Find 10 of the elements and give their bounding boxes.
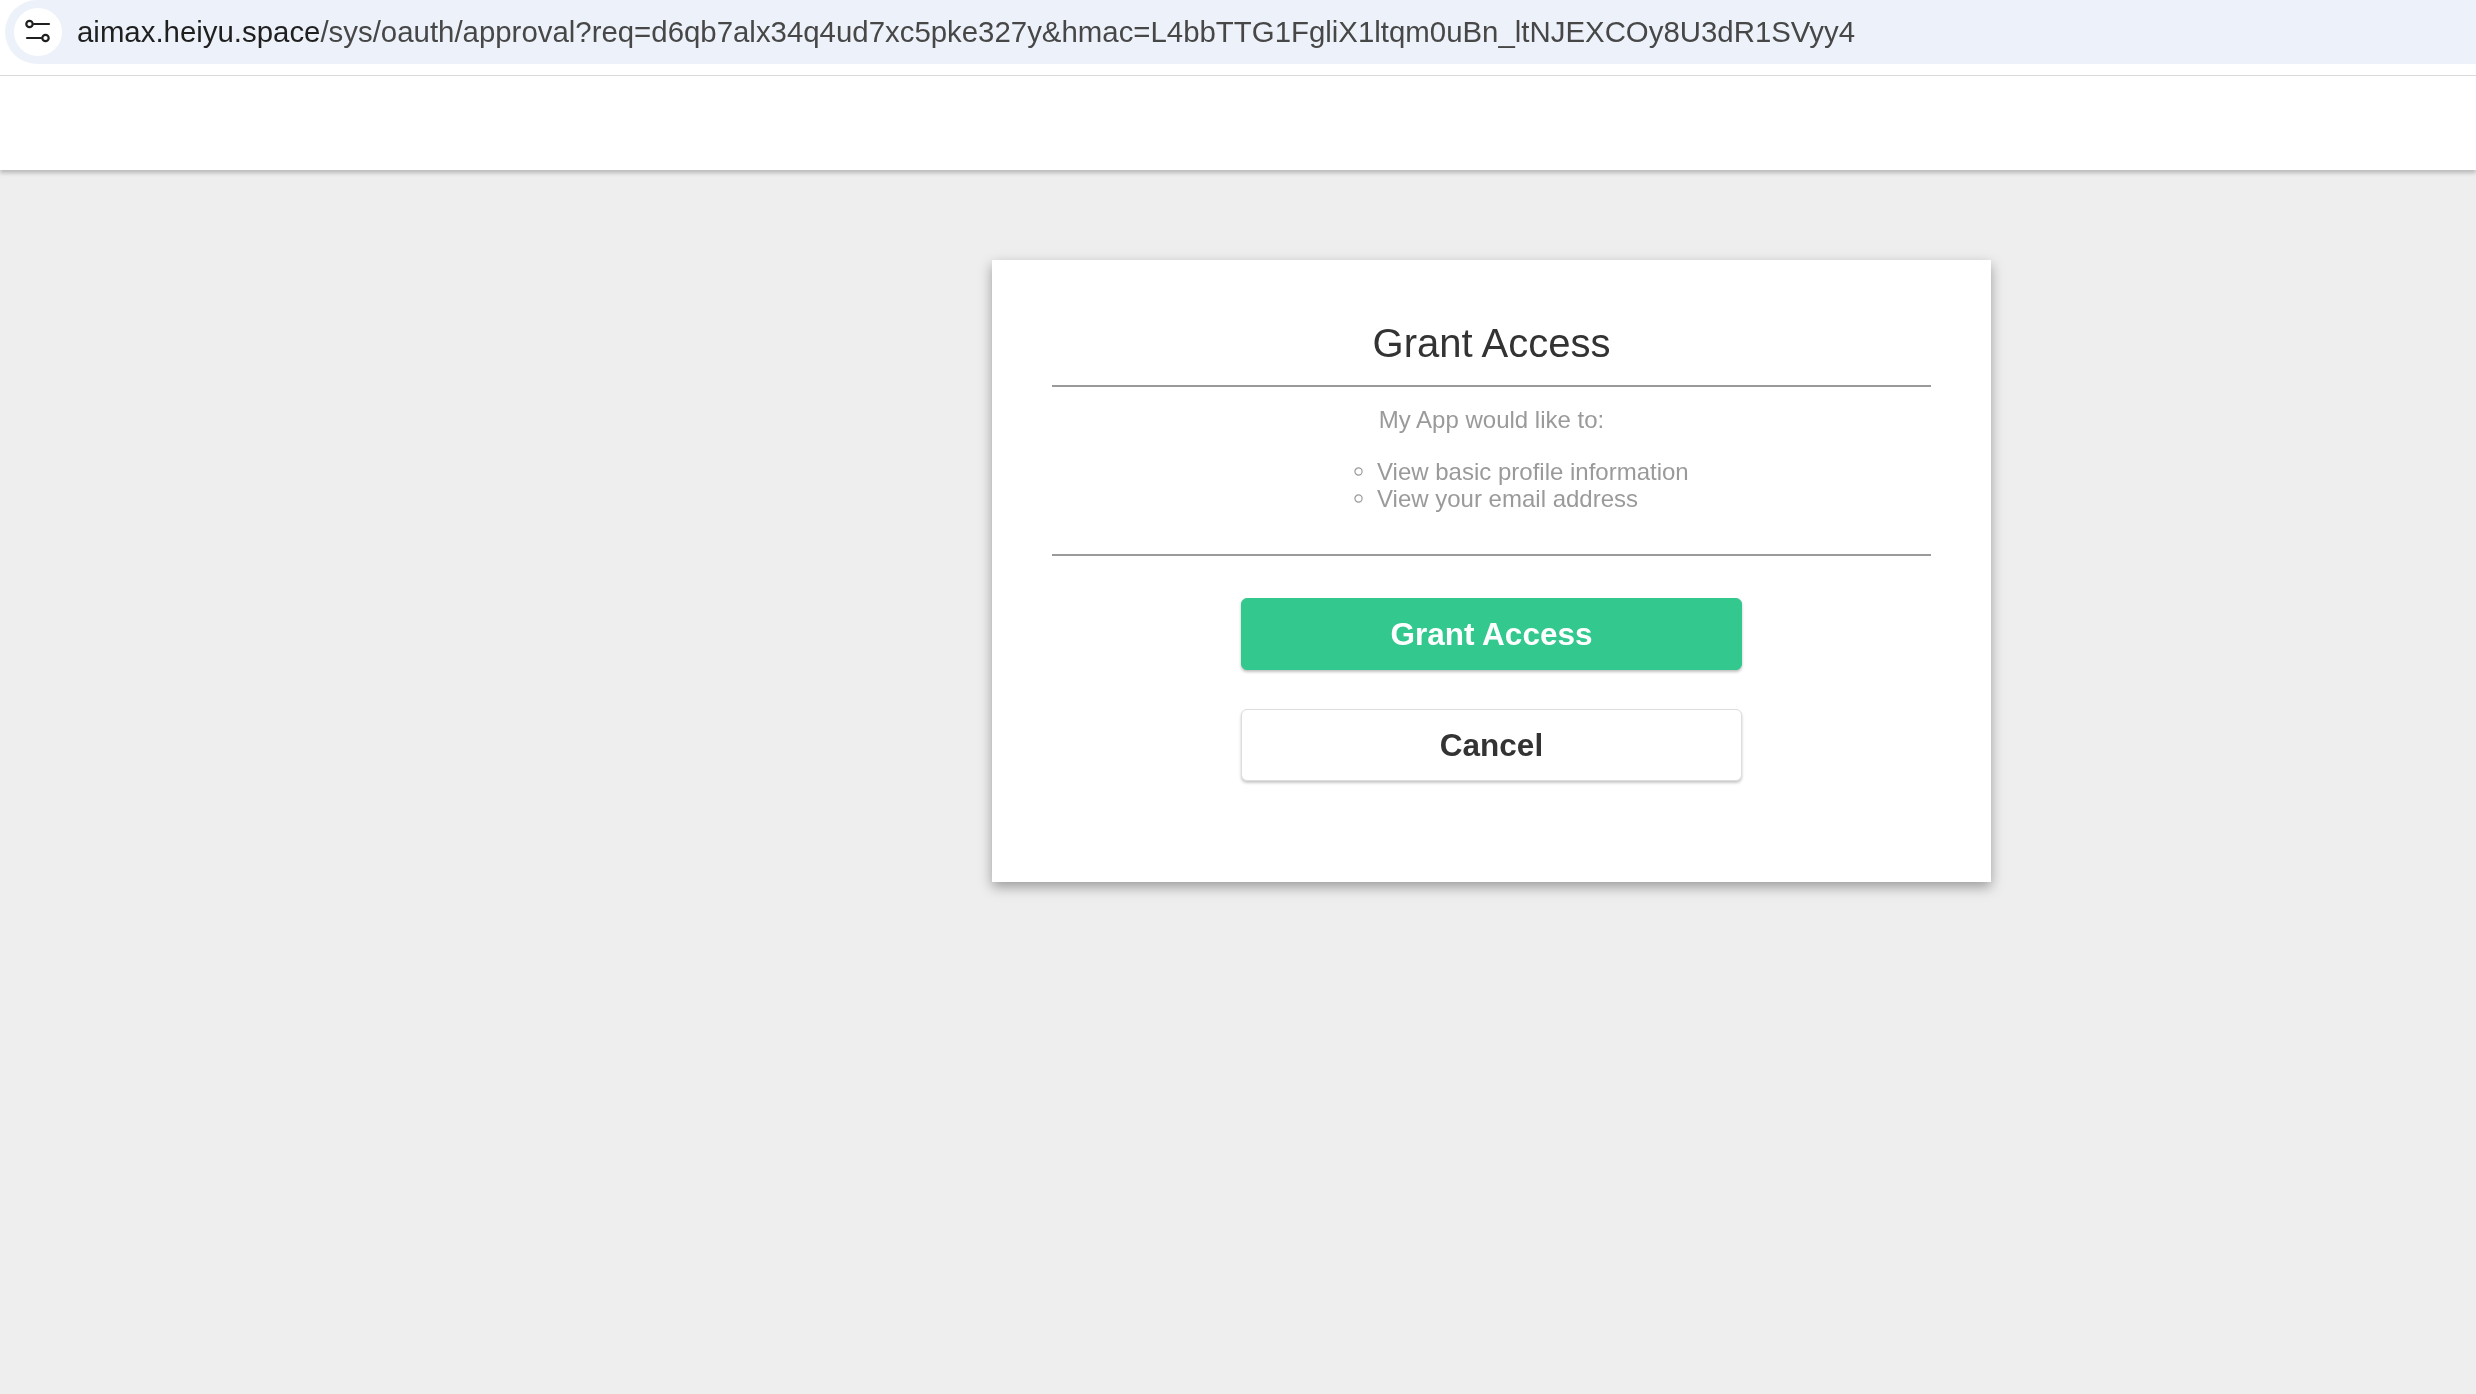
url-text: aimax.heiyu.space/sys/oauth/approval?req=d6qb7alx34q4ud7xc5pke327y&hmac=L4bbTTG1FgliX1ltqm0uBn_ltNJEXCOy8U3dR1SVyy4	[77, 15, 1856, 49]
circle-bullet-icon	[1354, 494, 1363, 503]
permission-item: View basic profile information	[1377, 458, 1689, 485]
address-bar[interactable]: aimax.heiyu.space/sys/oauth/approval?req=d6qb7alx34q4ud7xc5pke327y&hmac=L4bbTTG1FgliX1ltqm0uBn_ltNJEXCOy8U3dR1SVyy4	[5, 0, 2476, 64]
intro-text: My App would like to:	[1378, 406, 1605, 434]
dialog-title: Grant Access	[1372, 320, 1611, 366]
circle-bullet-icon	[1354, 467, 1363, 476]
cancel-button[interactable]: Cancel	[1241, 709, 1742, 781]
site-settings-icon[interactable]	[14, 8, 62, 56]
permission-item: View your email address	[1377, 485, 1638, 512]
